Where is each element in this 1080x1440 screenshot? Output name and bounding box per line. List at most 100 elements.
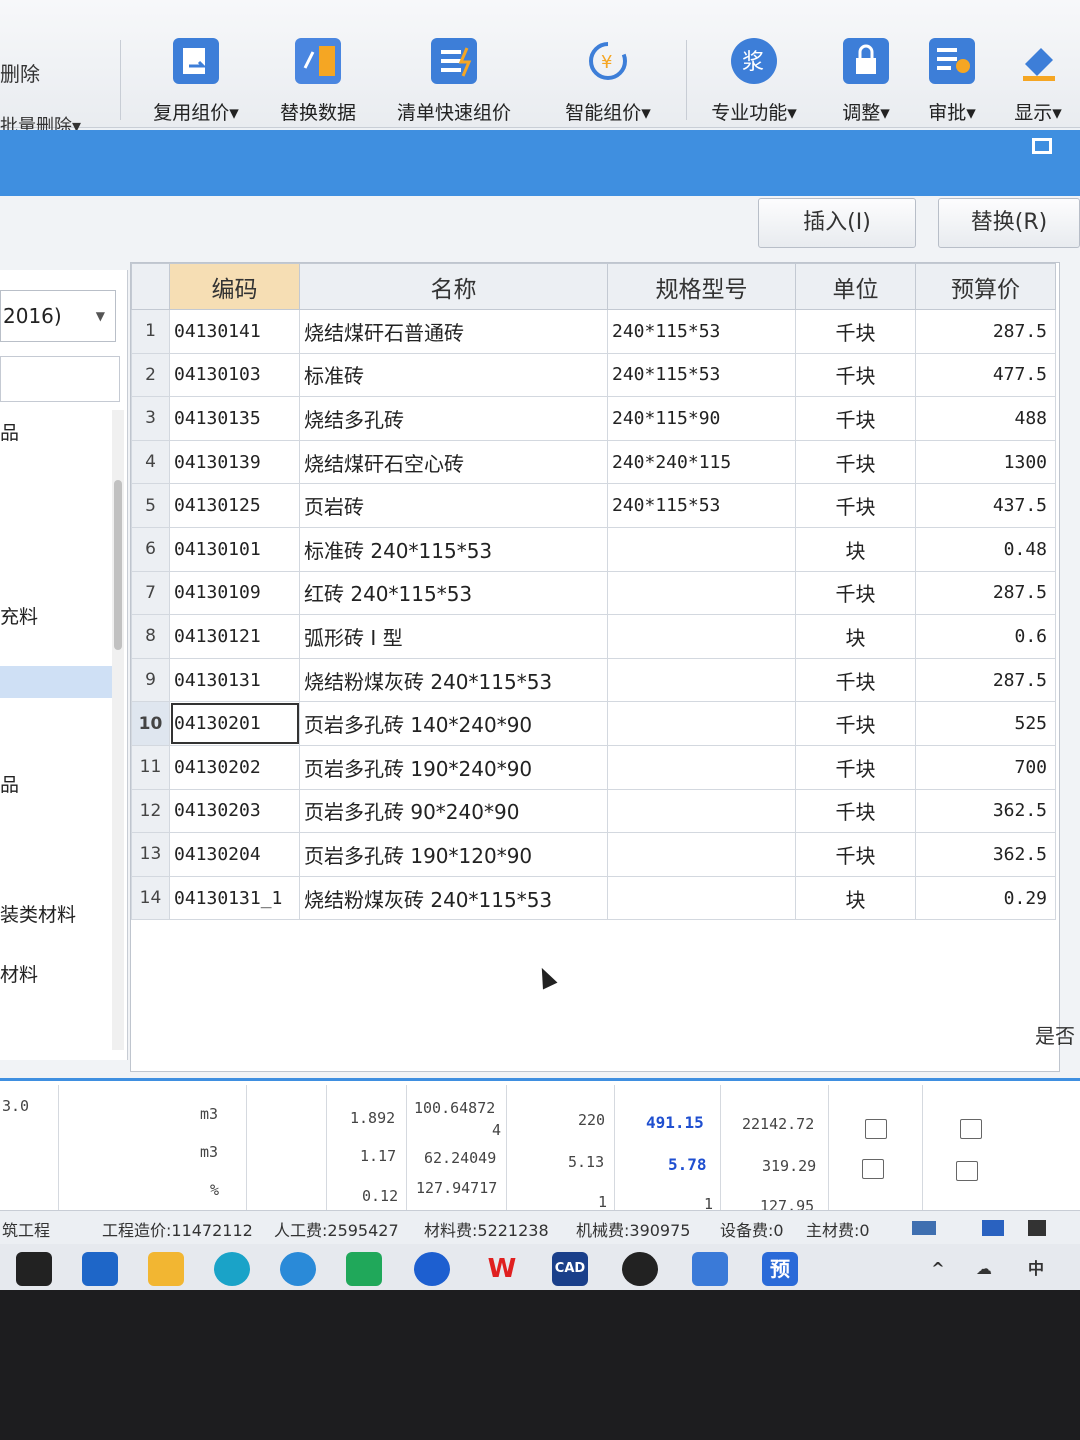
tree-search-input[interactable] [0,356,120,402]
cell-code[interactable]: 04130103 [169,352,300,398]
cell-name[interactable]: 页岩砖 [299,483,608,528]
column-header-name[interactable]: 名称 [299,263,608,310]
cell-name[interactable]: 页岩多孔砖 190*120*90 [299,832,608,877]
row-number[interactable]: 5 [131,483,170,528]
cell-code[interactable]: 04130125 [169,483,300,528]
table-row[interactable]: 7 04130109 红砖 240*115*53 千块 287.5 [131,570,1056,616]
column-header-unit[interactable]: 单位 [795,263,916,310]
cell-price[interactable]: 362.5 [915,788,1056,834]
cell-unit[interactable]: 千块 [795,570,916,616]
edge-icon[interactable] [214,1252,250,1286]
tree-selected-row[interactable] [0,666,122,698]
tree-item[interactable]: 品 [0,418,19,445]
reuse-pricing-button[interactable]: 复用组价▾ [136,38,256,128]
cell-spec[interactable]: 240*115*53 [607,352,796,398]
insert-button[interactable]: 插入(I) [758,198,916,248]
tree-item[interactable]: 装类材料 [0,900,76,927]
cell-spec[interactable] [607,614,796,659]
cell-price[interactable]: 362.5 [915,832,1056,877]
replace-data-button[interactable]: 替换数据 [258,38,378,128]
cell-name[interactable]: 弧形砖 I 型 [299,614,608,659]
table-row[interactable]: 12 04130203 页岩多孔砖 90*240*90 千块 362.5 [131,788,1056,834]
layout-icon[interactable] [982,1220,1004,1236]
column-header-spec[interactable]: 规格型号 [607,263,796,310]
scrollbar-thumb[interactable] [114,480,122,650]
cell-spec[interactable] [607,744,796,790]
delete-button[interactable]: 删除 [0,58,40,87]
ime-icon[interactable]: 中 [1018,1252,1054,1286]
cell-code[interactable]: 04130203 [169,788,300,834]
library-select[interactable]: 2016) ▼ [0,290,116,342]
row-number[interactable]: 9 [131,657,170,703]
lenovo-icon[interactable] [414,1252,450,1286]
cell-code[interactable]: 04130131_1 [169,875,300,921]
row-number[interactable]: 8 [131,614,170,659]
cell-code[interactable]: 04130204 [169,832,300,877]
cell-name[interactable]: 烧结多孔砖 [299,396,608,441]
cell-spec[interactable] [607,875,796,921]
cell-spec[interactable]: 240*115*90 [607,396,796,441]
folder-icon[interactable] [148,1252,184,1286]
tree-item[interactable]: 材料 [0,960,38,987]
checkbox[interactable] [865,1119,887,1139]
cell-unit[interactable]: 千块 [795,744,916,790]
qq-icon[interactable] [622,1252,658,1286]
cell-spec[interactable] [607,526,796,572]
cell-price[interactable]: 0.6 [915,614,1056,659]
table-row[interactable]: 9 04130131 烧结粉煤灰砖 240*115*53 千块 287.5 [131,657,1056,703]
cell-unit[interactable]: 千块 [795,701,916,746]
row-number[interactable]: 3 [131,396,170,441]
cell-price[interactable]: 488 [915,396,1056,441]
cell-name[interactable]: 烧结煤矸石普通砖 [299,309,608,354]
row-number[interactable]: 14 [131,875,170,921]
cell-name[interactable]: 标准砖 [299,352,608,398]
cell-unit[interactable]: 千块 [795,396,916,441]
cell-unit[interactable]: 千块 [795,788,916,834]
tray-expand-icon[interactable]: ^ [920,1252,956,1286]
cell-price[interactable]: 287.5 [915,309,1056,354]
cell-code[interactable]: 04130139 [169,439,300,485]
column-header-price[interactable]: 预算价 [915,263,1056,310]
table-row[interactable]: 5 04130125 页岩砖 240*115*53 千块 437.5 [131,483,1056,528]
store-icon[interactable] [82,1252,118,1286]
cell-spec[interactable] [607,832,796,877]
row-number[interactable]: 2 [131,352,170,398]
display-button[interactable]: 显示▾ [978,38,1080,128]
mail-icon[interactable] [346,1252,382,1286]
tree-item[interactable]: 品 [0,770,19,797]
cell-unit[interactable]: 块 [795,875,916,921]
cell-unit[interactable]: 千块 [795,439,916,485]
checkbox[interactable] [862,1159,884,1179]
cell-name[interactable]: 红砖 240*115*53 [299,570,608,616]
cell-unit[interactable]: 块 [795,526,916,572]
table-row[interactable]: 4 04130139 烧结煤矸石空心砖 240*240*115 千块 1300 [131,439,1056,485]
cell-name[interactable]: 烧结煤矸石空心砖 [299,439,608,485]
table-row[interactable]: 14 04130131_1 烧结粉煤灰砖 240*115*53 块 0.29 [131,875,1056,921]
table-row[interactable]: 11 04130202 页岩多孔砖 190*240*90 千块 700 [131,744,1056,790]
cell-price[interactable]: 700 [915,744,1056,790]
table-row[interactable]: 2 04130103 标准砖 240*115*53 千块 477.5 [131,352,1056,398]
professional-button[interactable]: 浆 专业功能▾ [694,38,814,128]
row-number[interactable]: 13 [131,832,170,877]
column-header-code[interactable]: 编码 [169,263,300,310]
cell-spec[interactable] [607,788,796,834]
cell-name[interactable]: 标准砖 240*115*53 [299,526,608,572]
cell-unit[interactable]: 千块 [795,309,916,354]
cell-price[interactable]: 437.5 [915,483,1056,528]
cell-spec[interactable] [607,657,796,703]
cell-name[interactable]: 页岩多孔砖 90*240*90 [299,788,608,834]
cell-unit[interactable]: 千块 [795,657,916,703]
cell-code[interactable]: 04130135 [169,396,300,441]
quick-pricing-button[interactable]: 清单快速组价 [394,38,514,128]
dialog-title-bar[interactable] [0,130,1080,196]
table-row[interactable]: 3 04130135 烧结多孔砖 240*115*90 千块 488 [131,396,1056,441]
cell-price[interactable]: 0.29 [915,875,1056,921]
tree-item[interactable]: 充料 [0,602,38,629]
cell-spec[interactable]: 240*115*53 [607,483,796,528]
split-view-icon[interactable] [1028,1220,1046,1236]
cell-spec[interactable] [607,701,796,746]
row-number[interactable]: 1 [131,309,170,354]
table-row[interactable]: 10 04130201 页岩多孔砖 140*240*90 千块 525 [131,701,1056,746]
cell-code[interactable]: 04130141 [169,309,300,354]
row-number[interactable]: 7 [131,570,170,616]
